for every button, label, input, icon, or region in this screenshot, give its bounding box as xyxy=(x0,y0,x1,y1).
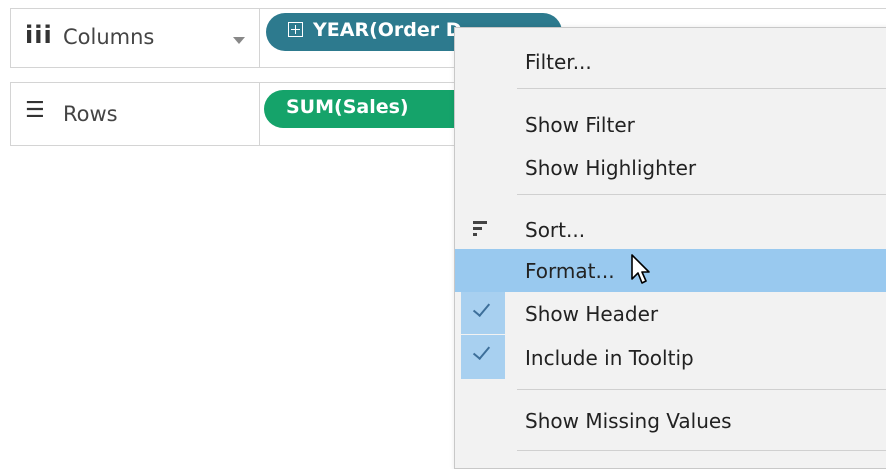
context-menu: Filter... Show Filter Show Highlighter S… xyxy=(454,27,886,469)
menu-item-label: Include in Tooltip xyxy=(525,346,694,370)
menu-item-show-missing-values[interactable]: Show Missing Values xyxy=(455,400,886,440)
columns-shelf-label-area: iii Columns xyxy=(11,9,260,67)
menu-separator xyxy=(517,389,886,390)
rows-icon: ☰ xyxy=(25,98,45,123)
menu-item-show-highlighter[interactable]: Show Highlighter xyxy=(455,147,886,187)
menu-item-show-header[interactable]: Show Header xyxy=(455,292,886,335)
menu-item-label: Show Filter xyxy=(525,113,635,137)
chevron-down-icon[interactable] xyxy=(233,37,245,44)
menu-separator xyxy=(517,194,886,195)
sort-icon xyxy=(473,221,487,237)
menu-item-label: Show Header xyxy=(525,302,659,326)
menu-separator xyxy=(517,450,886,451)
rows-shelf-label-area: ☰ Rows xyxy=(11,83,260,145)
check-icon xyxy=(472,341,491,361)
sum-sales-pill[interactable]: SUM(Sales) xyxy=(264,90,474,128)
columns-icon: iii xyxy=(25,21,53,49)
menu-item-label: Filter... xyxy=(525,50,592,74)
menu-separator xyxy=(517,88,886,89)
menu-item-show-filter[interactable]: Show Filter xyxy=(455,104,886,144)
check-gutter xyxy=(461,335,505,379)
cursor-icon xyxy=(631,254,650,284)
check-icon xyxy=(472,298,491,318)
check-gutter xyxy=(461,292,505,334)
year-pill-label: YEAR(Order D xyxy=(313,19,462,41)
columns-shelf-label: Columns xyxy=(63,25,155,49)
menu-item-label: Format... xyxy=(525,259,615,283)
sales-pill-label: SUM(Sales) xyxy=(286,96,409,118)
menu-item-label: Show Highlighter xyxy=(525,156,697,180)
menu-item-include-in-tooltip[interactable]: Include in Tooltip xyxy=(455,335,886,379)
expand-icon[interactable] xyxy=(288,22,303,37)
menu-item-label: Sort... xyxy=(525,218,586,242)
menu-item-filter[interactable]: Filter... xyxy=(455,41,886,81)
menu-item-label: Show Missing Values xyxy=(525,409,732,433)
rows-shelf-label: Rows xyxy=(63,102,118,126)
menu-item-sort[interactable]: Sort... xyxy=(455,209,886,249)
menu-item-format[interactable]: Format... xyxy=(455,249,886,292)
